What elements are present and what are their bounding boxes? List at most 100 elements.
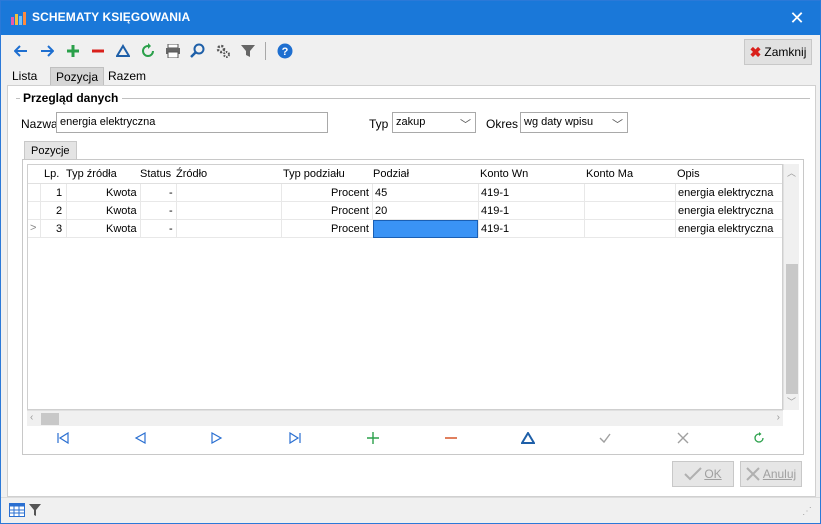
group-title: Przegląd danych [21, 91, 121, 105]
typ-value: zakup [396, 116, 426, 128]
col-typ-podzialu[interactable]: Typ podziału [283, 168, 345, 180]
table-row[interactable]: 2 Kwota - Procent 20 419-1 energia elekt… [28, 202, 782, 220]
scroll-thumb[interactable] [41, 413, 59, 425]
grid-panel: Lp. Typ źródła Status Źródło Typ podział… [22, 159, 804, 455]
refresh-record-icon[interactable] [747, 429, 771, 447]
podzial-edit-cell[interactable] [373, 220, 478, 238]
settings-icon[interactable] [213, 41, 233, 61]
insert-record-icon[interactable] [361, 429, 385, 447]
scroll-up-icon[interactable]: ︿ [787, 166, 796, 179]
column-divider [584, 220, 585, 238]
tab-razem[interactable]: Razem [103, 67, 151, 85]
toolbar-separator [265, 42, 266, 60]
cell-opis: energia elektryczna [678, 223, 774, 235]
nazwa-input[interactable]: energia elektryczna [56, 112, 328, 133]
forward-arrow-icon[interactable] [37, 41, 57, 61]
horizontal-scrollbar[interactable]: ‹ › [27, 410, 783, 426]
scroll-down-icon[interactable]: ﹀ [787, 395, 796, 408]
first-record-icon[interactable] [51, 429, 75, 447]
okres-select[interactable]: wg daty wpisu ﹀ [520, 112, 628, 133]
col-status[interactable]: Status [140, 168, 171, 180]
cell-podzial[interactable]: 20 [375, 205, 387, 217]
filter-icon[interactable] [29, 503, 41, 517]
remove-icon[interactable] [88, 41, 108, 61]
edit-record-icon[interactable] [516, 429, 540, 447]
column-divider [66, 184, 67, 202]
tab-pozycja[interactable]: Pozycja [50, 67, 105, 85]
scroll-thumb[interactable] [786, 264, 798, 394]
column-divider [176, 202, 177, 220]
cell-status: - [169, 223, 173, 235]
col-opis[interactable]: Opis [677, 168, 700, 180]
tab-content-pozycja: Przegląd danych Nazwa energia elektryczn… [7, 85, 816, 497]
col-zrodlo[interactable]: Źródło [176, 168, 207, 180]
svg-text:?: ? [282, 46, 289, 58]
resize-grip-icon[interactable]: ⋰ [802, 506, 812, 517]
close-icon[interactable]: ✕ [774, 1, 820, 35]
column-divider [176, 184, 177, 202]
app-icon [11, 12, 26, 25]
cancel-record-icon[interactable] [671, 429, 695, 447]
column-divider [140, 202, 141, 220]
column-divider [372, 184, 373, 202]
prev-record-icon[interactable] [128, 429, 152, 447]
column-divider [372, 202, 373, 220]
column-divider [281, 202, 282, 220]
column-divider [675, 220, 676, 238]
print-icon[interactable] [163, 41, 183, 61]
ok-label: OK [704, 467, 722, 481]
filter-icon[interactable] [238, 41, 258, 61]
column-divider [281, 220, 282, 238]
status-bar: ⋰ [1, 497, 820, 523]
column-divider [281, 184, 282, 202]
col-podzial[interactable]: Podział [373, 168, 409, 180]
cell-lp: 2 [56, 205, 63, 217]
tab-pozycje[interactable]: Pozycje [24, 141, 77, 161]
table-row[interactable]: 1 Kwota - Procent 45 419-1 energia elekt… [28, 184, 782, 202]
typ-select[interactable]: zakup ﹀ [392, 112, 476, 133]
ok-button[interactable]: OK [672, 461, 734, 487]
cell-podzial[interactable]: 45 [375, 187, 387, 199]
search-icon[interactable] [188, 41, 208, 61]
column-divider [40, 184, 41, 202]
column-divider [40, 220, 41, 238]
scroll-left-icon[interactable]: ‹ [30, 412, 33, 423]
col-typ-zrodla[interactable]: Typ źródła [66, 168, 117, 180]
last-record-icon[interactable] [283, 429, 307, 447]
column-divider [584, 184, 585, 202]
column-divider [140, 220, 141, 238]
grid-view-icon[interactable] [9, 503, 25, 517]
cell-lp: 1 [56, 187, 63, 199]
column-divider [584, 202, 585, 220]
close-x-icon: ✖ [749, 43, 762, 60]
col-konto-wn[interactable]: Konto Wn [480, 168, 528, 180]
cell-status: - [169, 205, 173, 217]
column-divider [66, 220, 67, 238]
col-lp[interactable]: Lp. [44, 168, 59, 180]
column-divider [66, 202, 67, 220]
window-title: SCHEMATY KSIĘGOWANIA [32, 10, 191, 24]
back-arrow-icon[interactable] [11, 41, 31, 61]
record-navigator [27, 426, 799, 450]
typ-label: Typ [369, 117, 389, 131]
vertical-scrollbar[interactable]: ︿ ﹀ [783, 164, 799, 410]
zamknij-button[interactable]: ✖ Zamknij [744, 39, 812, 65]
col-konto-ma[interactable]: Konto Ma [586, 168, 633, 180]
help-icon[interactable]: ? [275, 41, 295, 61]
post-record-icon[interactable] [593, 429, 617, 447]
refresh-icon[interactable] [138, 41, 158, 61]
anuluj-button[interactable]: Anuluj [740, 461, 802, 487]
delete-record-icon[interactable] [439, 429, 463, 447]
column-divider [140, 184, 141, 202]
tab-lista[interactable]: Lista [7, 67, 42, 85]
group-border [16, 98, 20, 99]
grid-header: Lp. Typ źródła Status Źródło Typ podział… [28, 165, 782, 184]
next-record-icon[interactable] [205, 429, 229, 447]
edit-delta-icon[interactable] [113, 41, 133, 61]
add-icon[interactable] [63, 41, 83, 61]
window: SCHEMATY KSIĘGOWANIA ✕ ? ✖ Zamknij Lista… [0, 0, 821, 524]
cancel-x-icon [746, 467, 760, 481]
scroll-right-icon[interactable]: › [777, 412, 780, 423]
data-grid[interactable]: Lp. Typ źródła Status Źródło Typ podział… [27, 164, 783, 410]
table-row-current[interactable]: > 3 Kwota - Procent 419-1 energia elektr… [28, 220, 782, 238]
